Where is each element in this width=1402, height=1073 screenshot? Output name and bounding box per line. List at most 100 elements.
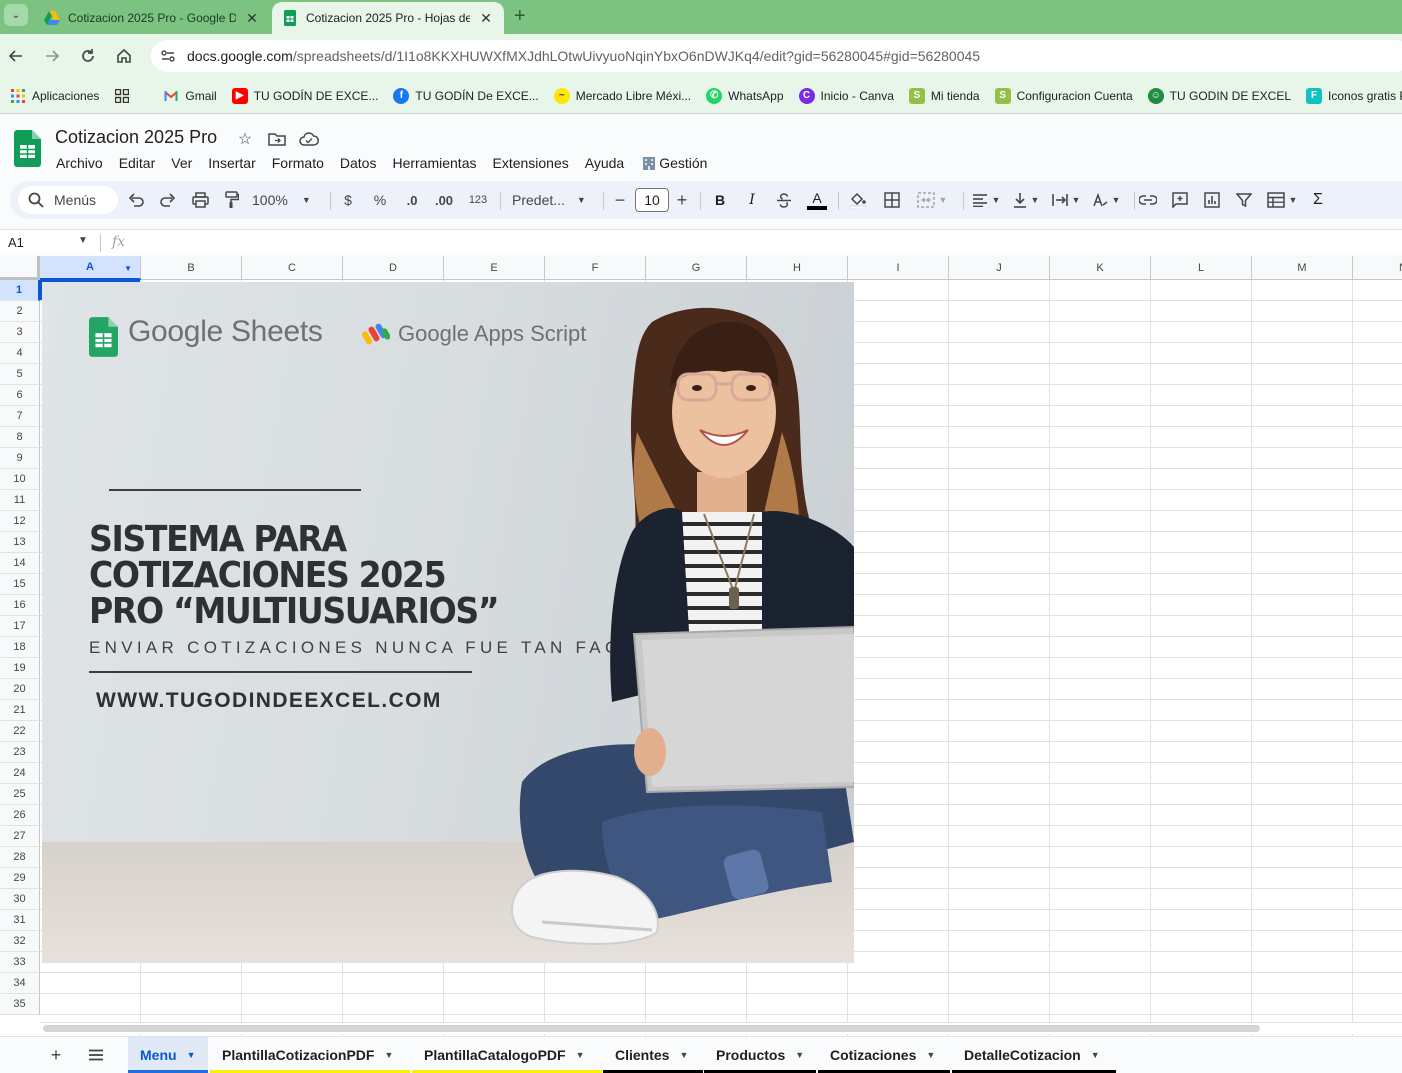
new-tab-plus-icon[interactable]: + <box>514 5 526 28</box>
text-wrapping-icon[interactable]: ▼ <box>1048 188 1084 212</box>
format-currency-button[interactable]: $ <box>340 188 356 212</box>
column-header-h[interactable]: H <box>747 256 848 280</box>
chevron-down-icon[interactable]: ▼ <box>795 1050 804 1060</box>
row-header[interactable]: 9 <box>0 448 40 469</box>
home-icon[interactable] <box>112 44 136 68</box>
filter-icon[interactable] <box>1234 188 1254 212</box>
menu-insertar[interactable]: Insertar <box>200 153 263 173</box>
row-header[interactable]: 5 <box>0 364 40 385</box>
zoom-select[interactable]: 100% ▼ <box>252 188 320 212</box>
bookmark-whatsapp[interactable]: ✆ WhatsApp <box>706 87 784 104</box>
sheet-tab-clientes[interactable]: Clientes ▼ <box>603 1037 703 1073</box>
insert-chart-icon[interactable] <box>1202 188 1222 212</box>
menu-datos[interactable]: Datos <box>332 153 385 173</box>
decrease-font-size-icon[interactable]: − <box>612 188 628 212</box>
italic-button[interactable]: I <box>742 188 762 212</box>
row-header[interactable]: 7 <box>0 406 40 427</box>
borders-icon[interactable] <box>882 188 902 212</box>
row-header[interactable]: 26 <box>0 805 40 826</box>
row-header[interactable]: 28 <box>0 847 40 868</box>
move-folder-icon[interactable] <box>267 129 287 149</box>
add-sheet-plus-icon[interactable]: + <box>46 1045 66 1065</box>
bookmark-facebook[interactable]: f TU GODÍN De EXCE... <box>393 87 539 104</box>
increase-decimal-button[interactable]: .00 <box>432 188 456 212</box>
bookmark-canva[interactable]: C Inicio - Canva <box>798 87 894 104</box>
bookmark-aplicaciones[interactable]: Aplicaciones <box>10 88 99 104</box>
column-header-f[interactable]: F <box>545 256 646 280</box>
horizontal-align-icon[interactable]: ▼ <box>968 188 1004 212</box>
chevron-down-icon[interactable]: ▼ <box>78 235 88 246</box>
vertical-align-icon[interactable]: ▼ <box>1008 188 1044 212</box>
row-header[interactable]: 13 <box>0 532 40 553</box>
chevron-down-icon[interactable]: ▼ <box>576 1050 585 1060</box>
doc-title[interactable]: Cotizacion 2025 Pro <box>55 127 217 148</box>
row-header[interactable]: 35 <box>0 994 40 1015</box>
bookmark-gmail[interactable]: Gmail <box>163 88 217 104</box>
fill-color-icon[interactable] <box>848 188 868 212</box>
menu-ver[interactable]: Ver <box>163 153 200 173</box>
paint-format-icon[interactable] <box>222 188 242 212</box>
menu-archivo[interactable]: Archivo <box>48 153 111 173</box>
menu-editar[interactable]: Editar <box>111 153 164 173</box>
sheet-tab-cotizaciones[interactable]: Cotizaciones ▼ <box>818 1037 950 1073</box>
row-header[interactable]: 10 <box>0 469 40 490</box>
sheets-logo-icon[interactable] <box>14 130 41 167</box>
row-header[interactable]: 15 <box>0 574 40 595</box>
chevron-down-icon[interactable]: ▼ <box>1091 1050 1100 1060</box>
print-icon[interactable] <box>190 188 210 212</box>
font-size-input[interactable]: 10 <box>635 188 669 212</box>
chevron-down-icon[interactable]: ▼ <box>187 1050 196 1060</box>
site-settings-icon[interactable] <box>160 48 176 64</box>
cloud-saved-icon[interactable] <box>299 129 319 149</box>
chevron-down-icon[interactable]: ▼ <box>926 1050 935 1060</box>
row-header[interactable]: 8 <box>0 427 40 448</box>
row-header[interactable]: 21 <box>0 700 40 721</box>
sheet-tab-plantilla-catalogo[interactable]: PlantillaCatalogoPDF ▼ <box>412 1037 602 1073</box>
column-header-n[interactable]: N <box>1353 256 1402 280</box>
redo-icon[interactable] <box>158 188 178 212</box>
menu-formato[interactable]: Formato <box>264 153 332 173</box>
row-header[interactable]: 4 <box>0 343 40 364</box>
row-header[interactable]: 3 <box>0 322 40 343</box>
row-header[interactable]: 16 <box>0 595 40 616</box>
more-formats-button[interactable]: 123 <box>466 188 490 212</box>
row-header[interactable]: 22 <box>0 721 40 742</box>
bookmark-youtube[interactable]: ▶ TU GODÍN DE EXCE... <box>231 87 378 104</box>
bookmark-configuracion[interactable]: S Configuracion Cuenta <box>994 87 1133 104</box>
sheet-tab-menu[interactable]: Menu ▼ <box>128 1037 208 1073</box>
column-header-k[interactable]: K <box>1050 256 1151 280</box>
menu-gestion[interactable]: Gestión <box>632 153 715 173</box>
column-header-l[interactable]: L <box>1151 256 1252 280</box>
star-icon[interactable]: ☆ <box>235 129 255 149</box>
row-header[interactable]: 27 <box>0 826 40 847</box>
sheet-tab-detalle-cotizacion[interactable]: DetalleCotizacion ▼ <box>952 1037 1116 1073</box>
bookmark-iconos[interactable]: F Iconos gratis PNG <box>1306 87 1402 104</box>
menu-extensiones[interactable]: Extensiones <box>484 153 576 173</box>
column-header-i[interactable]: I <box>848 256 949 280</box>
forward-arrow-icon[interactable] <box>40 44 64 68</box>
bookmark-tu-godin[interactable]: ☺ TU GODIN DE EXCEL <box>1147 87 1291 104</box>
format-percent-button[interactable]: % <box>372 188 388 212</box>
row-header[interactable]: 33 <box>0 952 40 973</box>
row-header[interactable]: 18 <box>0 637 40 658</box>
chevron-down-icon[interactable]: ▼ <box>679 1050 688 1060</box>
row-header[interactable]: 32 <box>0 931 40 952</box>
insert-link-icon[interactable] <box>1138 188 1158 212</box>
tab-search-chevron-icon[interactable]: ⌄ <box>4 4 28 26</box>
browser-tab-drive[interactable]: Cotizacion 2025 Pro - Google D ✕ <box>34 2 270 34</box>
column-header-b[interactable]: B <box>141 256 242 280</box>
horizontal-scrollbar[interactable] <box>40 1022 1402 1034</box>
column-header-j[interactable]: J <box>949 256 1050 280</box>
bookmark-mercadolibre[interactable]: ~ Mercado Libre Méxi... <box>553 87 691 104</box>
column-header-c[interactable]: C <box>242 256 343 280</box>
row-header[interactable]: 6 <box>0 385 40 406</box>
strikethrough-icon[interactable] <box>774 188 794 212</box>
row-header[interactable]: 25 <box>0 784 40 805</box>
row-header[interactable]: 14 <box>0 553 40 574</box>
bookmark-grid[interactable] <box>114 88 136 104</box>
undo-icon[interactable] <box>126 188 146 212</box>
sheet-tab-productos[interactable]: Productos ▼ <box>704 1037 816 1073</box>
text-rotation-icon[interactable]: ▼ <box>1088 188 1124 212</box>
reload-icon[interactable] <box>76 44 100 68</box>
insert-comment-icon[interactable] <box>1170 188 1190 212</box>
